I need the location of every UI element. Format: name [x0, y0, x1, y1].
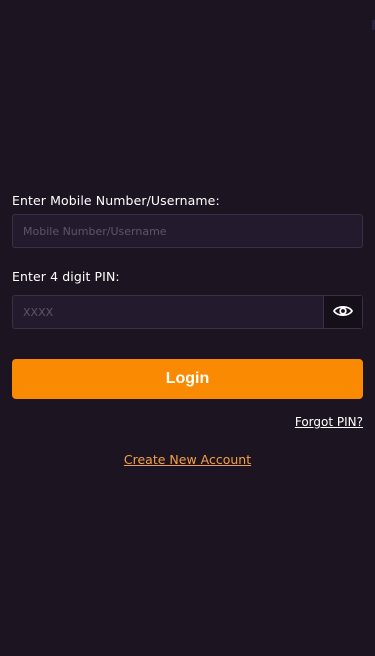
pin-input[interactable]	[13, 296, 323, 328]
mobile-input[interactable]	[13, 215, 362, 247]
toggle-pin-visibility-button[interactable]	[323, 296, 362, 328]
create-account-link[interactable]: Create New Account	[124, 452, 251, 467]
eye-icon	[332, 303, 354, 322]
pin-label: Enter 4 digit PIN:	[12, 269, 120, 284]
login-form: Enter Mobile Number/Username: Enter 4 di…	[12, 192, 363, 468]
login-page: Enter Mobile Number/Username: Enter 4 di…	[0, 0, 375, 656]
pin-field[interactable]	[12, 295, 363, 329]
mobile-field[interactable]	[12, 214, 363, 248]
login-button[interactable]: Login	[12, 359, 363, 399]
create-account-row: Create New Account	[12, 449, 363, 468]
forgot-pin-row: Forgot PIN?	[12, 411, 363, 429]
mobile-label: Enter Mobile Number/Username:	[12, 193, 220, 208]
forgot-pin-link[interactable]: Forgot PIN?	[295, 415, 363, 429]
